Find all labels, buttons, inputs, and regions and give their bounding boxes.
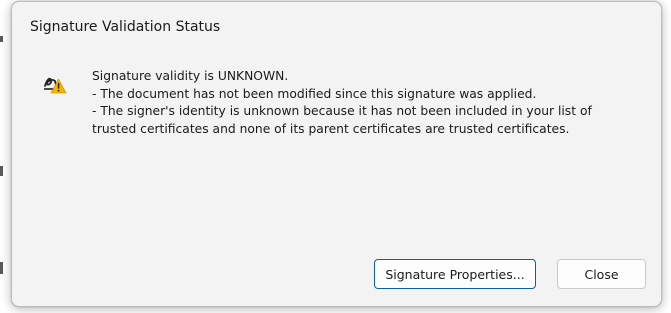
close-button[interactable]: Close [557, 259, 646, 289]
dialog-title: Signature Validation Status [30, 19, 221, 35]
background-edge-mark [0, 262, 3, 274]
modification-status-text: - The document has not been modified sin… [92, 86, 537, 101]
signature-properties-button[interactable]: Signature Properties... [374, 259, 536, 289]
signature-validation-dialog: Signature Validation Status Signature va… [11, 1, 662, 307]
background-edge-mark [0, 166, 3, 176]
background-edge-mark [0, 36, 3, 42]
signature-warning-icon [43, 73, 67, 95]
validation-message: Signature validity is UNKNOWN. - The doc… [92, 68, 652, 138]
identity-status-text-continued: trusted certificates and none of its par… [92, 121, 570, 136]
validity-status-text: Signature validity is UNKNOWN. [92, 69, 289, 83]
identity-status-text: - The signer's identity is unknown becau… [92, 104, 592, 118]
